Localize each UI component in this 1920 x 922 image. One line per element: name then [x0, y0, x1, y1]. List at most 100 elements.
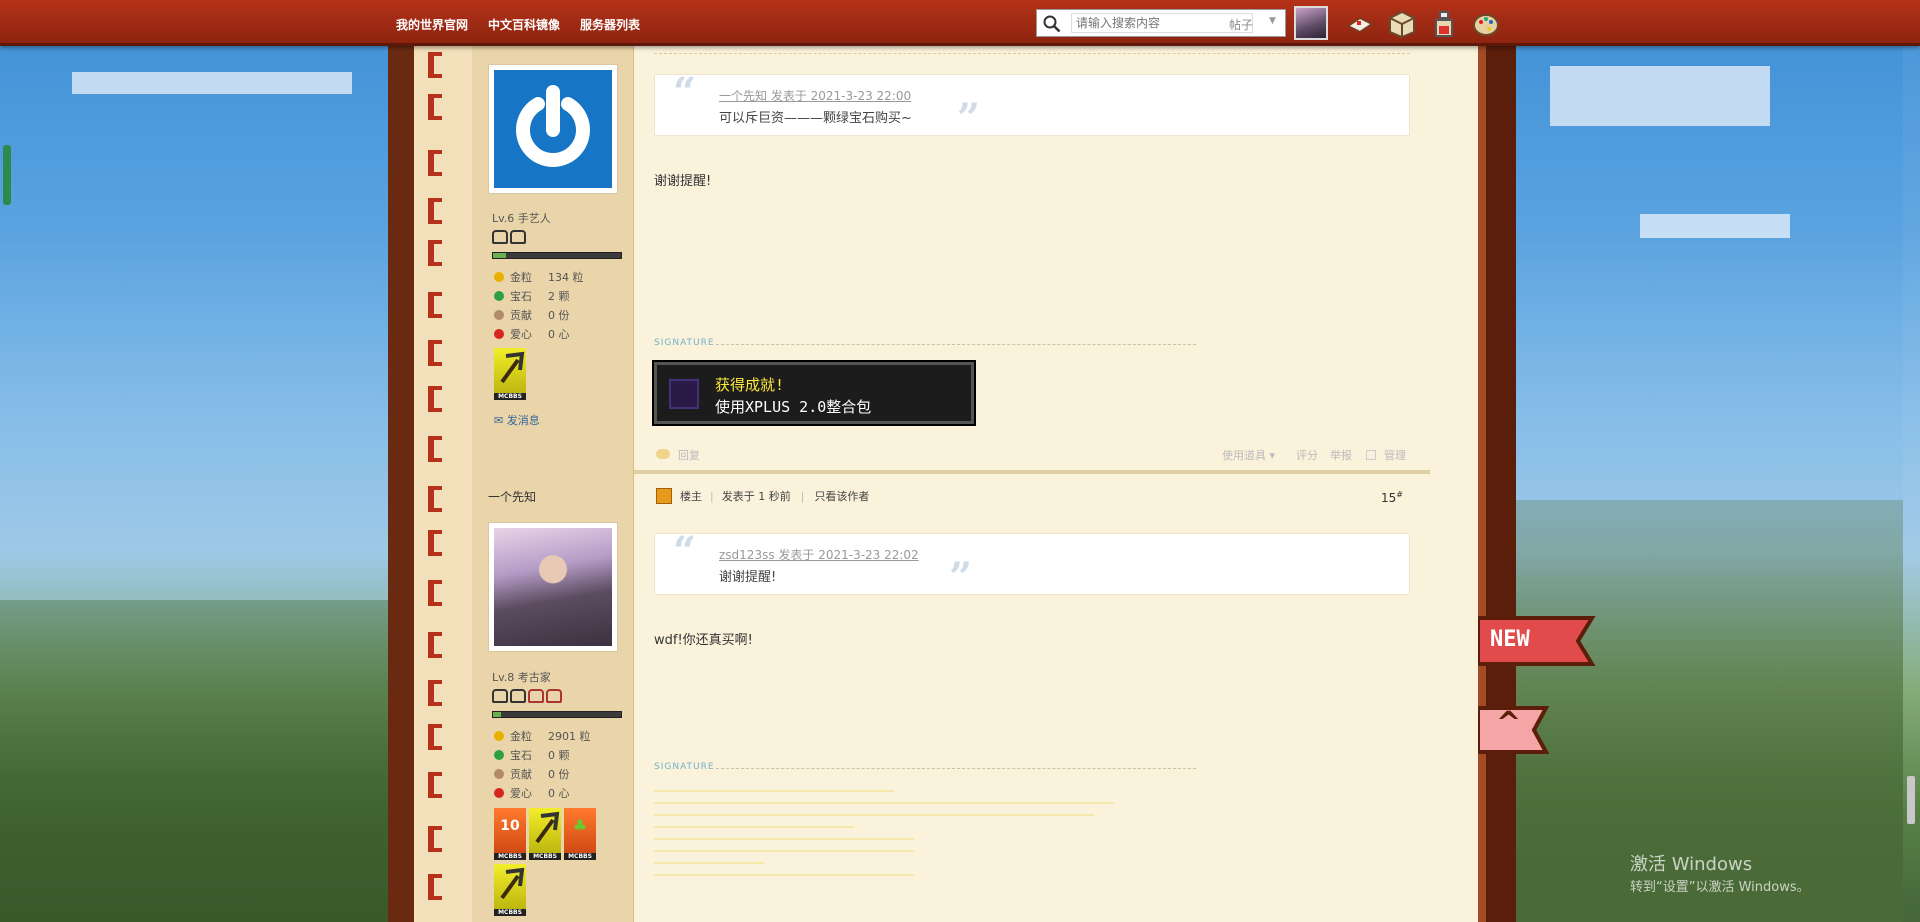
quote-close-icon: ”	[957, 95, 981, 142]
post1-body: 谢谢提醒!	[654, 174, 712, 189]
post1-user-level: Lv.6 手艺人	[492, 212, 551, 225]
post1-quote-author[interactable]: 一个先知 发表于 2021-3-23 22:00	[719, 87, 911, 104]
rope-mark	[428, 150, 442, 176]
post2-quote-text: 谢谢提醒!	[719, 570, 777, 585]
rope-mark	[428, 772, 442, 798]
rope-mark	[428, 530, 442, 556]
nav-link-wiki-mirror[interactable]: 中文百科镜像	[488, 16, 560, 33]
scrollbar-thumb[interactable]	[1907, 776, 1915, 824]
post2-signature-label: SIGNATURE	[654, 762, 715, 772]
post2-stat-gold: 金粒 2901 粒	[494, 728, 591, 744]
apple-icon	[494, 329, 504, 339]
rope-mark	[428, 486, 442, 512]
mail-icon: ✉	[494, 414, 504, 427]
nav-link-official-site[interactable]: 我的世界官网	[396, 16, 468, 33]
rope-mark	[428, 580, 442, 606]
post1-medal-pickaxe[interactable]: MCBBS	[494, 348, 526, 400]
achievement-description: 使用XPLUS 2.0整合包	[715, 398, 872, 416]
post1-reply-button[interactable]: 回复	[656, 447, 700, 463]
sapling-icon: ♣	[572, 816, 588, 835]
post1-rate[interactable]: 评分	[1296, 447, 1318, 463]
anime-character-avatar-image	[494, 528, 612, 646]
post2-signature-faint-text	[654, 786, 1134, 906]
minecart-icon	[510, 230, 526, 244]
pickaxe-icon	[500, 867, 525, 900]
rope-mark	[428, 724, 442, 750]
reply-icon	[656, 449, 670, 459]
rope-mark	[428, 292, 442, 318]
search-box: 帖子 ▼	[1036, 9, 1286, 37]
post1-use-item[interactable]: 使用道具 ▾	[1222, 447, 1275, 463]
post2-level-progress	[492, 711, 622, 718]
rope-mark	[428, 680, 442, 706]
search-icon[interactable]	[1043, 15, 1061, 33]
top-navigation-bar: 我的世界官网 中文百科镜像 服务器列表 帖子 ▼	[0, 0, 1920, 46]
post1-report[interactable]: 举报	[1330, 447, 1352, 463]
post2-posted-time: 发表于 1 秒前	[721, 490, 791, 503]
minecart-icon	[510, 689, 526, 703]
post1-stat-love: 爱心 0 心	[494, 326, 570, 342]
post1-stat-contribution: 贡献 0 份	[494, 307, 570, 323]
palette-icon[interactable]	[1472, 10, 1500, 38]
page-frame-left	[388, 46, 414, 922]
post2-floor-bar: 楼主 | 发表于 1 秒前 | 只看该作者	[656, 488, 869, 504]
post1-manage[interactable]: 管理	[1366, 447, 1406, 463]
chevron-down-icon[interactable]: ▼	[1269, 16, 1276, 26]
post1-avatar[interactable]	[488, 64, 618, 194]
cookie-icon	[494, 310, 504, 320]
background-cloud	[1550, 66, 1770, 126]
rope-mark	[428, 340, 442, 366]
search-type-select[interactable]: 帖子	[1229, 16, 1253, 33]
minecart-icon	[492, 689, 508, 703]
side-handle[interactable]	[3, 145, 11, 205]
post2-username[interactable]: 一个先知	[488, 488, 536, 505]
cookie-icon	[494, 769, 504, 779]
divider	[654, 53, 1410, 54]
power-symbol-avatar-image	[494, 70, 612, 188]
post1-level-progress	[492, 252, 622, 259]
post2-quote-box: “ ” zsd123ss 发表于 2021-3-23 22:02 谢谢提醒!	[654, 528, 1410, 601]
only-author-link[interactable]: 只看该作者	[814, 490, 869, 503]
background-trees	[0, 600, 388, 922]
post1-signature-achievement: 获得成就! 使用XPLUS 2.0整合包	[652, 360, 976, 426]
post2-medal-pickaxe[interactable]: MCBBS	[529, 808, 561, 860]
rope-mark	[428, 632, 442, 658]
minecart-icon	[492, 230, 508, 244]
new-posts-ribbon[interactable]: NEW	[1478, 614, 1596, 668]
page-rope-strip	[414, 46, 472, 922]
post2-avatar[interactable]	[488, 522, 618, 652]
post2-medal-plant[interactable]: ♣ MCBBS	[564, 808, 596, 860]
post2-medal-pickaxe-2[interactable]: MCBBS	[494, 864, 526, 916]
emerald-icon	[494, 750, 504, 760]
potion-icon[interactable]	[1430, 10, 1458, 38]
post2-quote-author[interactable]: zsd123ss 发表于 2021-3-23 22:02	[719, 546, 919, 563]
pickaxe-icon	[500, 351, 525, 384]
rope-mark	[428, 874, 442, 900]
new-ribbon-label: NEW	[1490, 627, 1530, 652]
crafting-table-icon[interactable]	[1388, 10, 1416, 38]
minecart-icon	[546, 689, 562, 703]
rope-mark	[428, 436, 442, 462]
quote-open-icon: “	[673, 528, 697, 575]
back-to-top-ribbon[interactable]: ^	[1478, 704, 1550, 756]
rope-mark	[428, 240, 442, 266]
quote-close-icon: ”	[949, 554, 973, 601]
post2-medal-anniversary[interactable]: 10 MCBBS	[494, 808, 526, 860]
back-to-top-label: ^	[1496, 706, 1522, 741]
checkbox[interactable]	[1366, 450, 1376, 460]
nav-link-server-list[interactable]: 服务器列表	[580, 16, 640, 33]
cake-icon[interactable]	[1346, 10, 1374, 38]
post1-quote-text: 可以斥巨资———颗绿宝石购买~	[719, 111, 912, 126]
apple-icon	[494, 788, 504, 798]
post2-stat-love: 爱心 0 心	[494, 785, 570, 801]
divider	[716, 344, 1196, 345]
post-divider	[634, 470, 1430, 474]
post2-floor-number[interactable]: 15#	[1381, 490, 1403, 505]
post1-send-message[interactable]: ✉ 发消息	[494, 412, 540, 428]
rope-mark	[428, 386, 442, 412]
search-input[interactable]	[1071, 13, 1253, 33]
divider	[716, 768, 1196, 769]
anniversary-icon: 10	[500, 818, 520, 834]
user-avatar[interactable]	[1294, 6, 1328, 40]
minecart-icon	[528, 689, 544, 703]
